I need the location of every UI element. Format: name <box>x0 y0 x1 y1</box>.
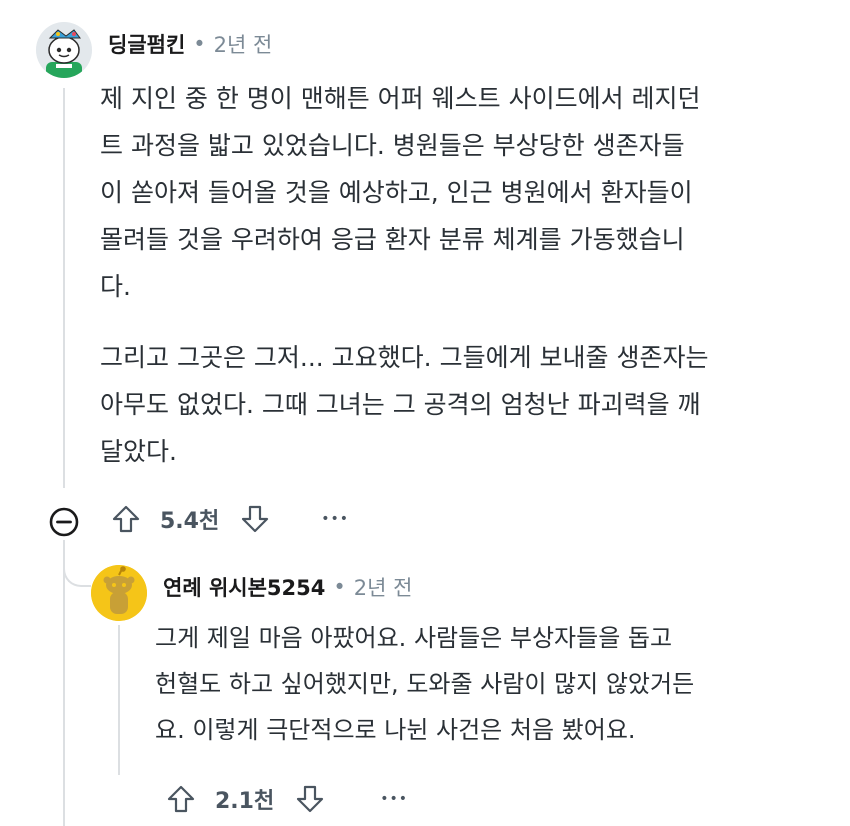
downvote-button[interactable] <box>237 501 273 537</box>
text-line: 그리고 그곳은 그저... 고요했다. 그들에게 보내줄 생존자는 <box>100 343 709 372</box>
text-line: 그게 제일 마음 아팠어요. 사람들은 부상자들을 돕고 <box>155 624 673 652</box>
thread-line-comment1-lower[interactable] <box>63 540 65 826</box>
snoo-avatar-icon <box>36 22 92 78</box>
avatar[interactable] <box>36 22 92 78</box>
text-line: 트 과정을 밟고 있었습니다. 병원들은 부상당한 생존자들 <box>100 131 685 160</box>
avatar[interactable] <box>91 565 147 621</box>
separator-dot: • <box>193 32 206 56</box>
username[interactable]: 딩글펌킨 <box>108 29 185 59</box>
comment-body: 제 지인 중 한 명이 맨해튼 어퍼 웨스트 사이드에서 레지던 트 과정을 밟… <box>100 75 708 475</box>
separator-dot: • <box>333 575 346 599</box>
vote-count: 2.1천 <box>215 789 275 814</box>
comment-actions: 5.4천 ••• <box>108 499 349 539</box>
more-options-icon: ••• <box>380 791 408 807</box>
more-options-icon: ••• <box>321 511 349 527</box>
comment-header: 딩글펌킨 • 2년 전 <box>108 24 272 64</box>
timestamp[interactable]: 2년 전 <box>214 29 273 59</box>
collapse-button[interactable] <box>47 505 81 539</box>
text-line: 다. <box>100 272 131 301</box>
text-line: 달았다. <box>100 437 177 466</box>
downvote-button[interactable] <box>292 781 328 817</box>
username[interactable]: 연례 위시본5254 <box>163 572 325 602</box>
comment-header: 연례 위시본5254 • 2년 전 <box>163 567 412 607</box>
thread-line-comment1[interactable] <box>63 88 65 488</box>
collapse-minus-icon <box>49 507 79 537</box>
upvote-button[interactable] <box>163 781 199 817</box>
more-options-button[interactable]: ••• <box>380 791 408 807</box>
upvote-arrow-icon <box>167 785 195 813</box>
downvote-arrow-icon <box>242 505 269 533</box>
upvote-arrow-icon <box>112 505 140 533</box>
text-line: 아무도 없었다. 그때 그녀는 그 공격의 엄청난 파괴력을 깨 <box>100 390 701 419</box>
snoo-avatar-icon <box>91 565 147 621</box>
text-line: 몰려들 것을 우려하여 응급 환자 분류 체계를 가동했습니 <box>100 225 685 254</box>
downvote-arrow-icon <box>297 785 324 813</box>
thread-line-comment2[interactable] <box>118 625 120 775</box>
upvote-button[interactable] <box>108 501 144 537</box>
text-line: 요. 이렇게 극단적으로 나뉜 사건은 처음 봤어요. <box>155 716 636 744</box>
comment-body: 그게 제일 마음 아팠어요. 사람들은 부상자들을 돕고 헌혈도 하고 싶어했지… <box>155 615 694 753</box>
more-options-button[interactable]: ••• <box>321 511 349 527</box>
text-line: 헌혈도 하고 싶어했지만, 도와줄 사람이 많지 않았거든 <box>155 670 695 698</box>
paragraph: 제 지인 중 한 명이 맨해튼 어퍼 웨스트 사이드에서 레지던 트 과정을 밟… <box>100 75 708 310</box>
vote-count: 5.4천 <box>160 509 220 534</box>
comment-actions: 2.1천 ••• <box>163 779 408 819</box>
text-line: 이 쏟아져 들어올 것을 예상하고, 인근 병원에서 환자들이 <box>100 178 693 207</box>
text-line: 제 지인 중 한 명이 맨해튼 어퍼 웨스트 사이드에서 레지던 <box>100 84 701 113</box>
reply-connector <box>63 555 91 587</box>
timestamp[interactable]: 2년 전 <box>354 572 413 602</box>
paragraph: 그리고 그곳은 그저... 고요했다. 그들에게 보내줄 생존자는 아무도 없었… <box>100 334 708 475</box>
